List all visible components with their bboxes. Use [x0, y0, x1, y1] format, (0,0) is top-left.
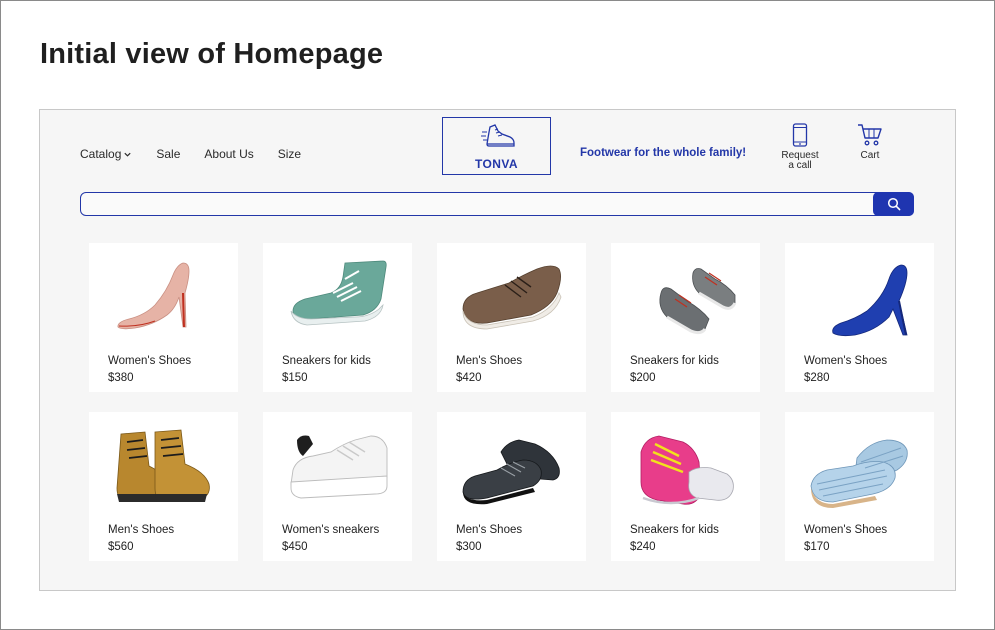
search-bar[interactable]: [80, 192, 914, 216]
brown-leather-shoe-image: [462, 265, 562, 330]
product-price: $560: [108, 541, 134, 553]
black-leather-shoes-pair-image: [462, 439, 560, 505]
product-card[interactable]: Women's Shoes $380: [89, 243, 238, 392]
teal-high-top-sneaker-image: [290, 260, 387, 326]
product-price: $200: [630, 372, 656, 384]
product-card[interactable]: Women's sneakers $450: [263, 412, 412, 561]
main-nav: Catalog Sale About Us Size: [80, 147, 325, 161]
running-shoe-icon: [481, 124, 515, 147]
product-card[interactable]: Women's Shoes $280: [785, 243, 934, 392]
product-name: Women's sneakers: [282, 524, 380, 536]
nav-size[interactable]: Size: [278, 147, 301, 161]
cart-icon: [858, 124, 882, 146]
product-name: Men's Shoes: [456, 524, 523, 536]
homepage-mockup: Catalog Sale About Us Size TONVA Footwea…: [39, 109, 956, 591]
product-price: $420: [456, 372, 482, 384]
product-name: Women's Shoes: [804, 524, 888, 536]
tan-lace-up-boots-image: [116, 429, 210, 502]
request-call-button[interactable]: Request a call: [767, 123, 833, 171]
product-price: $380: [108, 372, 134, 384]
striped-ballet-flats-image: [810, 439, 908, 508]
product-name: Sneakers for kids: [630, 524, 719, 536]
blue-suede-heel-image: [832, 264, 908, 337]
product-name: Men's Shoes: [456, 355, 523, 367]
search-icon: [887, 197, 900, 211]
product-card[interactable]: Men's Shoes $300: [437, 412, 586, 561]
pink-stiletto-heel-image: [117, 262, 190, 330]
nav-sale[interactable]: Sale: [156, 147, 180, 161]
product-card[interactable]: Women's Shoes $170: [785, 412, 934, 561]
nav-catalog-label: Catalog: [80, 147, 122, 161]
request-call-line2: a call: [788, 160, 812, 171]
phone-icon: [792, 123, 808, 147]
product-name: Men's Shoes: [108, 524, 175, 536]
product-card[interactable]: Sneakers for kids $240: [611, 412, 760, 561]
product-name: Women's Shoes: [804, 355, 888, 367]
product-name: Women's Shoes: [108, 355, 192, 367]
page-title: Initial view of Homepage: [40, 38, 384, 70]
product-card[interactable]: Sneakers for kids $200: [611, 243, 760, 392]
chevron-down-icon: [124, 152, 131, 157]
product-price: $300: [456, 541, 482, 553]
cart-label: Cart: [860, 150, 880, 161]
nav-catalog[interactable]: Catalog: [80, 147, 132, 161]
tagline: Footwear for the whole family!: [580, 147, 747, 159]
search-button[interactable]: [873, 192, 914, 216]
logo[interactable]: TONVA: [442, 117, 551, 175]
grey-kids-sneakers-pair-image: [659, 268, 737, 335]
product-name: Sneakers for kids: [282, 355, 371, 367]
product-card[interactable]: Men's Shoes $560: [89, 412, 238, 561]
pink-yellow-sneakers-image: [640, 435, 734, 505]
product-name: Sneakers for kids: [630, 355, 719, 367]
product-card[interactable]: Sneakers for kids $150: [263, 243, 412, 392]
logo-text: TONVA: [475, 157, 518, 171]
product-price: $150: [282, 372, 308, 384]
product-price: $240: [630, 541, 656, 553]
product-card[interactable]: Men's Shoes $420: [437, 243, 586, 392]
nav-about-us[interactable]: About Us: [204, 147, 253, 161]
cart-button[interactable]: Cart: [850, 123, 890, 161]
product-price: $170: [804, 541, 830, 553]
product-price: $280: [804, 372, 830, 384]
product-price: $450: [282, 541, 308, 553]
white-platform-sneaker-image: [290, 435, 388, 499]
